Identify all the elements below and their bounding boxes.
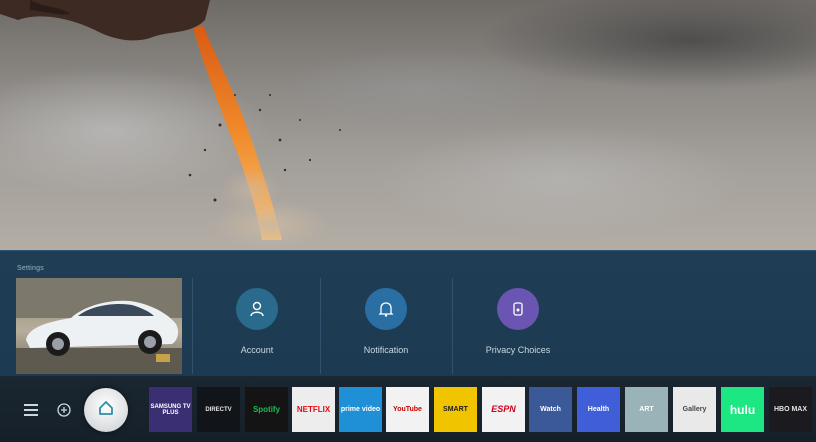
app-label: ESPN	[491, 404, 516, 414]
account-label: Account	[240, 345, 274, 355]
person-icon	[236, 288, 278, 330]
app-tile-smartthings[interactable]: SMART	[434, 387, 477, 432]
hamburger-menu-icon[interactable]	[22, 401, 40, 419]
scene-artwork	[0, 0, 341, 250]
app-label: Gallery	[682, 406, 707, 413]
app-tile-netflix[interactable]: NETFLIX	[292, 387, 335, 432]
app-label: Health	[587, 406, 610, 413]
app-tile-directv[interactable]: DIRECTV	[197, 387, 240, 432]
source-icon[interactable]	[54, 400, 74, 420]
app-tile-espn[interactable]: ESPN	[482, 387, 525, 432]
app-tile-gallery[interactable]: Gallery	[673, 387, 716, 432]
app-tile-hulu[interactable]: hulu	[721, 387, 764, 432]
app-tile-samsung-health[interactable]: Health	[577, 387, 620, 432]
app-label: Watch	[540, 406, 561, 413]
privacy-choices-label: Privacy Choices	[485, 345, 551, 355]
preview-thumbnail[interactable]	[16, 278, 182, 374]
app-label: Spotify	[252, 404, 281, 414]
app-label: SAMSUNG TV PLUS	[150, 403, 191, 416]
home-icon	[97, 399, 115, 422]
privacy-icon	[497, 288, 539, 330]
app-tile-youtube[interactable]: YouTube	[386, 387, 429, 432]
notification-label: Notification	[363, 345, 409, 355]
app-tile-spotify[interactable]: Spotify	[245, 387, 288, 432]
app-label: hulu	[729, 402, 756, 417]
home-button[interactable]	[84, 388, 128, 432]
app-tile-samsung-tv-plus[interactable]: SAMSUNG TV PLUS	[149, 387, 192, 432]
privacy-choices-tile[interactable]: Privacy Choices	[453, 278, 583, 374]
app-label: NETFLIX	[296, 404, 331, 414]
notification-tile[interactable]: Notification	[321, 278, 451, 374]
app-label: prime video	[340, 406, 381, 413]
background-scene	[0, 0, 816, 250]
app-tile-facebook-watch[interactable]: Watch	[529, 387, 572, 432]
app-label: HBO MAX	[773, 406, 808, 413]
account-tile[interactable]: Account	[192, 278, 322, 374]
app-tile-prime-video[interactable]: prime video	[339, 387, 382, 432]
app-label: DIRECTV	[205, 406, 232, 413]
app-label: SMART	[443, 406, 468, 413]
bell-icon	[365, 288, 407, 330]
app-tile-art-store[interactable]: ART	[625, 387, 668, 432]
app-label: YouTube	[393, 406, 422, 413]
car-image	[16, 278, 182, 374]
app-label: ART	[639, 406, 654, 413]
app-tile-hbo-max[interactable]: HBO MAX	[769, 387, 812, 432]
settings-panel-title: Settings	[17, 265, 44, 272]
